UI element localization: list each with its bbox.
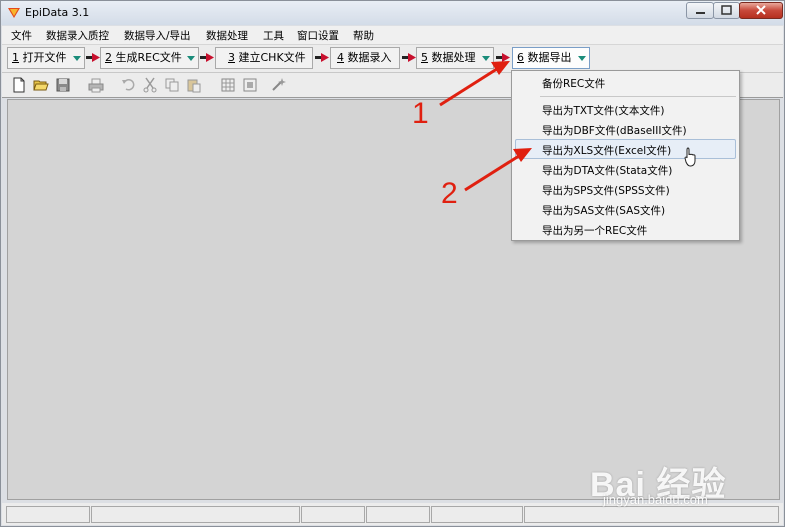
annotation-arrow-1 [439, 65, 501, 107]
annotation-number-1: 1 [412, 97, 429, 130]
annotation-arrow-2 [464, 152, 523, 192]
baidu-watermark-url: jingyan.baidu.com [603, 492, 708, 507]
annotation-arrowhead-1 [491, 61, 510, 75]
annotation-number-2: 2 [441, 177, 458, 210]
annotation-arrows [439, 61, 532, 192]
annotation-arrowhead-2 [513, 148, 532, 162]
